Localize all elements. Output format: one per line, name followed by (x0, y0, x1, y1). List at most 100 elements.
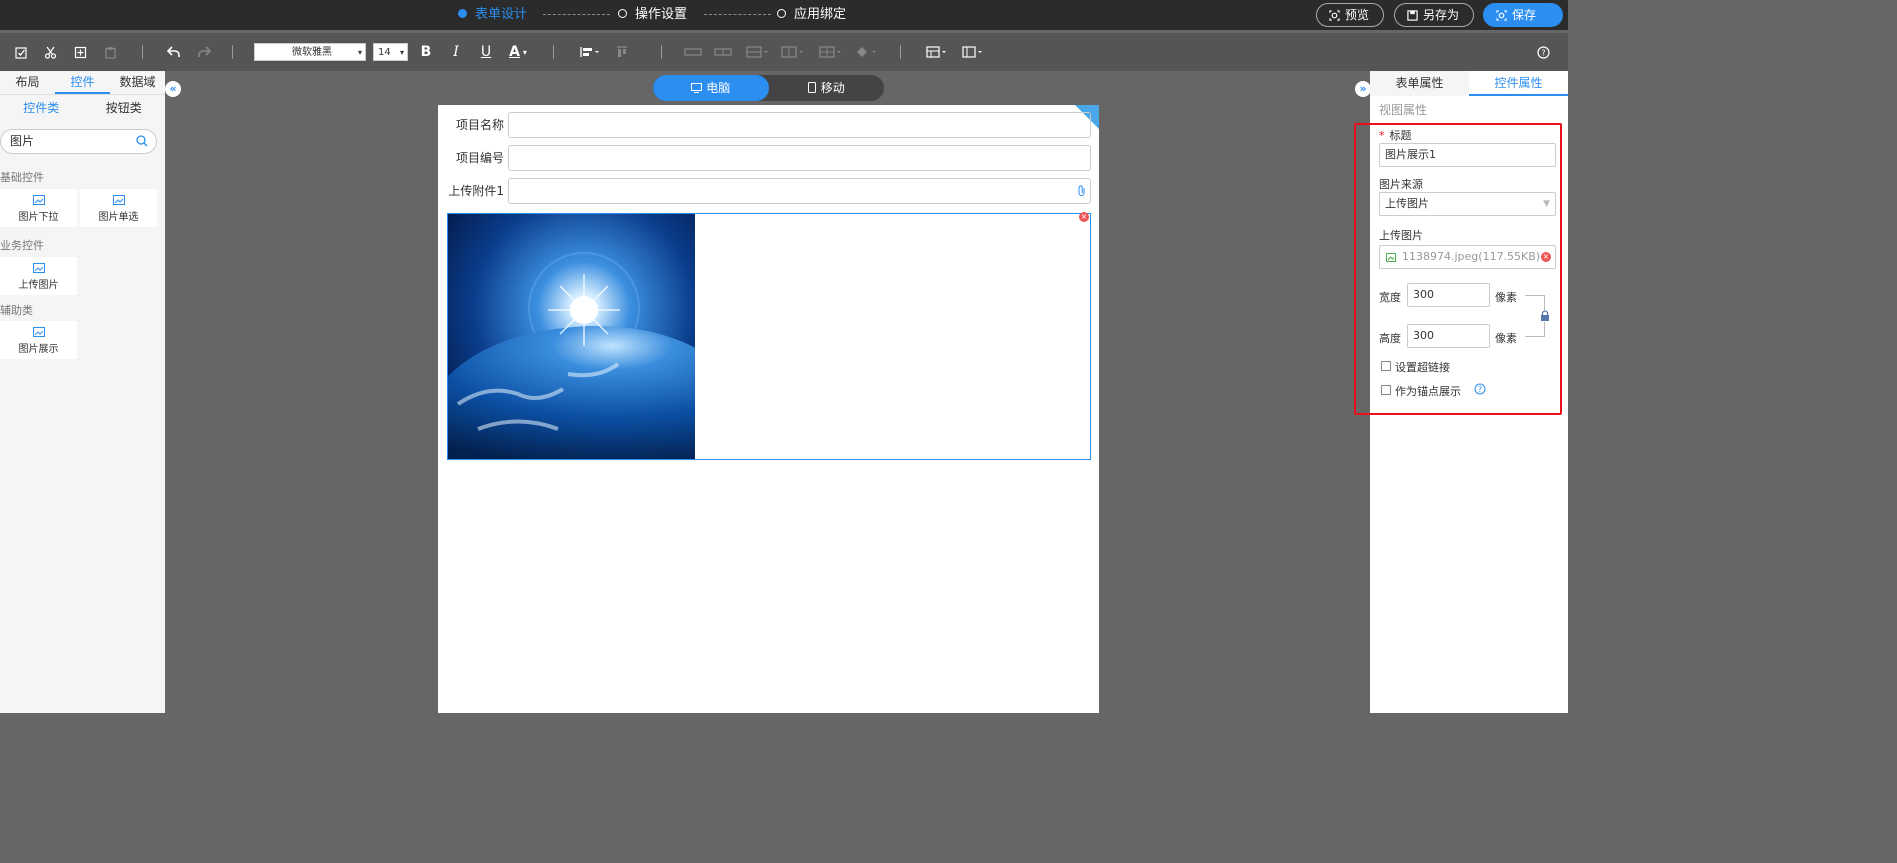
collapse-left-icon[interactable]: « (165, 81, 181, 97)
fill-color-icon[interactable] (853, 33, 879, 71)
copy-icon[interactable] (71, 33, 89, 71)
insert-row-icon[interactable] (745, 33, 771, 71)
select-all-icon[interactable] (12, 33, 30, 71)
font-size-value: 14 (378, 47, 391, 58)
format-toolbar: 微软雅黑 ▾ 14 ▾ B I U A ▾ ? (0, 33, 1568, 71)
group-title-basic: 基础控件 (0, 171, 44, 184)
save-as-button[interactable]: 另存为 (1394, 3, 1474, 27)
step-dot-icon (458, 9, 467, 18)
device-switch: 电脑 移动 (653, 75, 884, 101)
form-row-attachment: 上传附件1 (438, 178, 1099, 204)
step-label: 表单设计 (475, 7, 528, 22)
font-family-select[interactable]: 微软雅黑 ▾ (254, 43, 366, 61)
tab-control-properties[interactable]: 控件属性 (1469, 71, 1568, 96)
field-label: 上传附件1 (448, 184, 504, 198)
insert-column-icon[interactable] (780, 33, 806, 71)
subtab-controls[interactable]: 控件类 (0, 95, 83, 121)
field-label: 项目名称 (455, 118, 504, 132)
preview-label: 预览 (1345, 8, 1370, 22)
delete-control-icon[interactable]: × (1079, 212, 1089, 222)
mobile-label: 移动 (820, 81, 845, 95)
undo-icon[interactable] (165, 33, 183, 71)
toolbar-divider (142, 45, 143, 59)
control-search-input[interactable]: 图片 (0, 129, 157, 154)
highlight-box (1354, 123, 1562, 415)
preview-icon (1329, 9, 1340, 21)
phone-icon (807, 82, 816, 93)
chevron-down-icon: ▾ (399, 48, 404, 57)
font-size-select[interactable]: 14 ▾ (373, 43, 408, 61)
redo-icon[interactable] (195, 33, 213, 71)
bold-button[interactable]: B (417, 33, 435, 71)
project-name-input[interactable] (508, 112, 1091, 138)
desktop-label: 电脑 (706, 81, 731, 95)
toolbar-divider (661, 45, 662, 59)
control-label: 图片下拉 (18, 212, 59, 223)
underline-button[interactable]: U (477, 33, 495, 71)
step-dot-icon (618, 9, 627, 18)
step-form-design[interactable]: 表单设计 (458, 0, 527, 30)
group-title-business: 业务控件 (0, 239, 44, 252)
container-icon[interactable] (961, 33, 985, 71)
section-view-properties: 视图属性 (1379, 103, 1428, 117)
upload-image-icon (32, 263, 45, 273)
control-label: 上传图片 (18, 280, 59, 291)
form-row-project-name: 项目名称 (438, 112, 1099, 138)
merge-cells-icon[interactable] (683, 33, 703, 71)
attachment-input[interactable] (508, 178, 1091, 204)
chevron-down-icon: ▾ (522, 47, 527, 57)
desktop-tab[interactable]: 电脑 (653, 75, 769, 101)
image-display-icon (32, 327, 45, 337)
paste-icon[interactable] (101, 33, 119, 71)
toolbar-divider (900, 45, 901, 59)
italic-button[interactable]: I (447, 33, 465, 71)
control-upload-image[interactable]: 上传图片 (0, 257, 77, 295)
left-subtabs: 控件类 按钮类 (0, 95, 165, 121)
save-button[interactable]: 保存 (1483, 3, 1563, 27)
save-as-icon (1407, 9, 1418, 21)
step-label: 操作设置 (635, 7, 688, 22)
help-icon[interactable]: ? (1534, 33, 1552, 71)
image-radio-icon (112, 195, 125, 205)
split-cells-icon[interactable] (713, 33, 733, 71)
collapse-right-icon[interactable]: » (1355, 81, 1371, 97)
tab-data-domain[interactable]: 数据域 (110, 71, 165, 94)
align-top-icon[interactable] (614, 33, 634, 71)
layout-icon[interactable] (925, 33, 949, 71)
group-title-aux: 辅助类 (0, 304, 33, 317)
monitor-icon (691, 83, 703, 93)
search-icon[interactable] (136, 135, 148, 147)
control-library-panel: 布局 控件 数据域 控件类 按钮类 图片 基础控件 图片下拉 图片单选 业务控件… (0, 71, 165, 713)
control-image-radio[interactable]: 图片单选 (80, 189, 157, 227)
tab-form-properties[interactable]: 表单属性 (1370, 71, 1469, 96)
toolbar-divider (232, 45, 233, 59)
project-code-input[interactable] (508, 145, 1091, 171)
mobile-tab[interactable]: 移动 (769, 75, 885, 101)
control-label: 图片单选 (98, 212, 139, 223)
top-bar: 表单设计 操作设置 应用绑定 预览 另存为 保存 (0, 0, 1568, 30)
right-tabs: 表单属性 控件属性 (1370, 71, 1568, 96)
table-grid-icon[interactable] (818, 33, 844, 71)
image-display-control[interactable] (447, 213, 1091, 460)
align-left-icon[interactable] (578, 33, 602, 71)
left-tabs: 布局 控件 数据域 (0, 71, 165, 95)
preview-button[interactable]: 预览 (1316, 3, 1384, 27)
step-connector (704, 14, 771, 15)
step-operation-settings[interactable]: 操作设置 (618, 0, 687, 30)
search-value: 图片 (10, 134, 35, 148)
step-connector (543, 14, 610, 15)
control-image-display[interactable]: 图片展示 (0, 321, 77, 359)
control-image-dropdown[interactable]: 图片下拉 (0, 189, 77, 227)
tab-controls[interactable]: 控件 (55, 71, 110, 94)
step-app-binding[interactable]: 应用绑定 (777, 0, 846, 30)
step-label: 应用绑定 (794, 7, 847, 22)
toolbar-divider (553, 45, 554, 59)
tab-layout[interactable]: 布局 (0, 71, 55, 94)
cut-icon[interactable] (41, 33, 59, 71)
subtab-buttons[interactable]: 按钮类 (83, 95, 166, 121)
paperclip-icon[interactable] (1077, 185, 1087, 197)
font-color-button[interactable]: A ▾ (503, 33, 533, 71)
svg-text:?: ? (1541, 48, 1545, 57)
earth-image (448, 214, 695, 459)
font-family-value: 微软雅黑 (292, 47, 332, 58)
